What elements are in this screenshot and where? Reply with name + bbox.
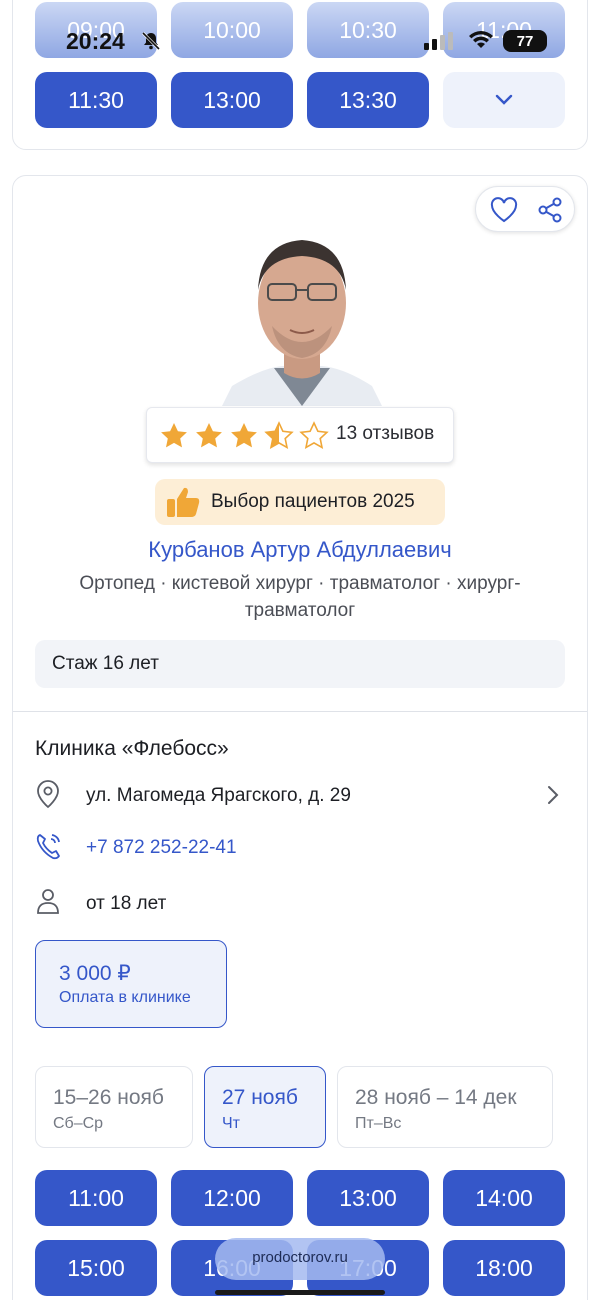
time-slot[interactable]: 13:00 <box>307 1170 429 1226</box>
specialty-line: травматолог <box>244 600 356 621</box>
date-days: Сб–Ср <box>53 1115 104 1132</box>
card-actions <box>475 186 575 232</box>
experience-box: Стаж 16 лет <box>35 640 565 688</box>
thumbs-up-icon <box>165 485 201 524</box>
price-option[interactable]: 3 000 ₽ Оплата в клинике <box>35 940 227 1028</box>
price-amount: 3 000 ₽ <box>59 962 131 985</box>
time-slot[interactable]: 11:30 <box>35 72 157 128</box>
time-slot[interactable]: 18:00 <box>443 1240 565 1296</box>
clinic-address-row[interactable]: ул. Магомеда Ярагского, д. 29 <box>35 779 565 813</box>
rating-box[interactable]: 13 отзывов <box>146 407 454 463</box>
rating-stars <box>161 422 328 449</box>
clinic-phone[interactable]: +7 872 252-22-41 <box>86 837 237 859</box>
patients-choice-badge: Выбор пациентов 2025 <box>155 479 445 525</box>
time-slot[interactable]: 15:00 <box>35 1240 157 1296</box>
date-tab-selected[interactable]: 27 нояб Чт <box>204 1066 326 1148</box>
cell-signal-icon <box>424 32 458 55</box>
status-time: 20:24 <box>66 28 125 54</box>
phone-icon <box>35 831 63 866</box>
chevron-right-icon <box>547 785 559 810</box>
chevron-down-icon <box>495 94 513 105</box>
wifi-icon <box>468 30 494 55</box>
time-slot[interactable]: 11:00 <box>35 1170 157 1226</box>
site-url-pill[interactable]: prodoctorov.ru <box>215 1238 385 1280</box>
time-slot[interactable]: 13:30 <box>307 72 429 128</box>
status-bar: 20:24 77 <box>0 18 600 64</box>
location-pin-icon <box>35 779 61 814</box>
date-days: Чт <box>222 1115 240 1132</box>
clinic-name: Клиника «Флебосс» <box>35 737 229 760</box>
patients-choice-label: Выбор пациентов 2025 <box>211 491 415 512</box>
bell-muted-icon <box>140 30 162 57</box>
specialty-line: Ортопед · кистевой хирург · травматолог … <box>79 573 521 594</box>
date-range: 28 нояб – 14 дек <box>355 1086 517 1109</box>
time-slot[interactable]: 13:00 <box>171 72 293 128</box>
clinic-phone-row[interactable]: +7 872 252-22-41 <box>35 831 565 865</box>
experience-label: Стаж 16 лет <box>52 653 159 674</box>
battery-icon: 77 <box>503 30 547 52</box>
divider <box>13 711 587 712</box>
heart-icon[interactable] <box>490 197 518 228</box>
doctor-name[interactable]: Курбанов Артур Абдуллаевич <box>0 537 600 563</box>
show-more-slots-button[interactable] <box>443 72 565 128</box>
age-row: от 18 лет <box>35 887 565 921</box>
share-icon[interactable] <box>537 197 563 228</box>
date-days: Пт–Вс <box>355 1115 402 1132</box>
clinic-address: ул. Магомеда Ярагского, д. 29 <box>86 785 351 806</box>
time-slot[interactable]: 12:00 <box>171 1170 293 1226</box>
doctor-specialty: Ортопед · кистевой хирург · травматолог … <box>40 570 560 624</box>
person-icon <box>35 887 61 920</box>
home-indicator[interactable] <box>215 1290 385 1295</box>
time-slot[interactable]: 14:00 <box>443 1170 565 1226</box>
date-tab[interactable]: 15–26 нояб Сб–Ср <box>35 1066 193 1148</box>
date-range: 15–26 нояб <box>53 1086 164 1109</box>
date-range: 27 нояб <box>222 1086 298 1109</box>
doctor-photo <box>222 208 382 406</box>
payment-method: Оплата в клинике <box>59 989 191 1006</box>
date-tab[interactable]: 28 нояб – 14 дек Пт–Вс <box>337 1066 553 1148</box>
age-limit: от 18 лет <box>86 893 167 914</box>
reviews-count[interactable]: 13 отзывов <box>336 423 434 445</box>
